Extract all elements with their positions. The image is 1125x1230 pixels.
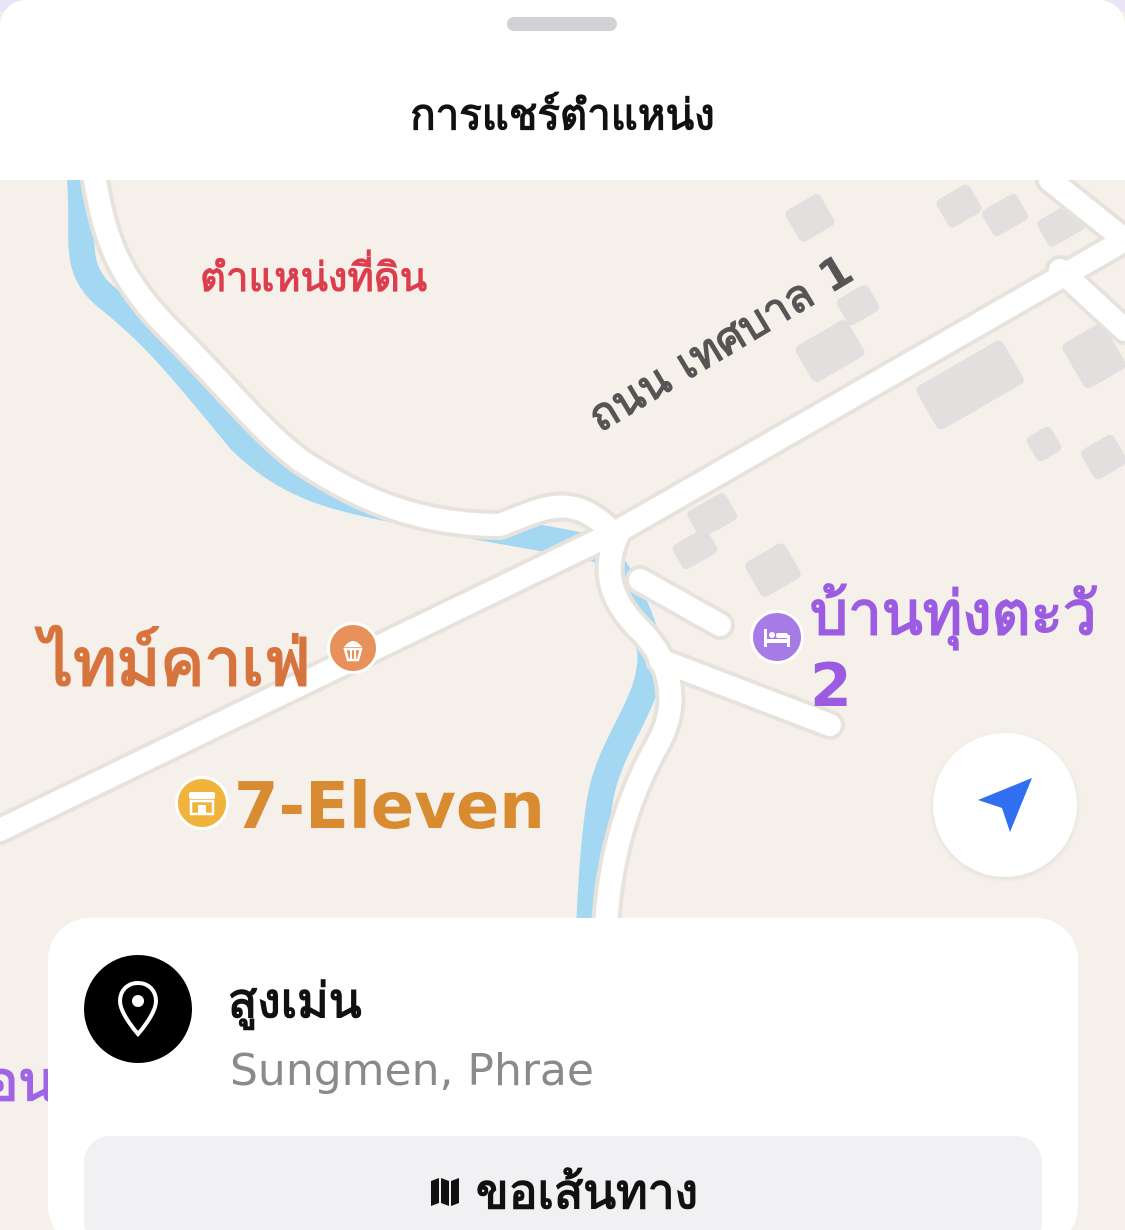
place-name: สูงเม่น — [228, 973, 362, 1029]
hotel-label-line1: บ้านทุ่งตะวั — [810, 579, 1097, 649]
directions-label: ขอเส้นทาง — [475, 1164, 699, 1220]
buildings — [672, 184, 1125, 597]
poi-cafe-label[interactable]: ไทม์คาเฟ่ — [40, 610, 311, 715]
hotel-label-line2: 2 — [810, 651, 852, 721]
share-location-header: การแชร์ตำแหน่ง — [0, 0, 1125, 180]
poi-hotel-label[interactable]: บ้านทุ่งตะวั 2 — [810, 578, 1097, 722]
place-subtitle: Sungmen, Phrae — [230, 1045, 594, 1096]
sheet-grabber[interactable] — [507, 17, 617, 31]
sheet-title: การแชร์ตำแหน่ง — [410, 90, 715, 139]
cafe-icon[interactable] — [327, 622, 379, 674]
location-pin-icon — [84, 955, 192, 1063]
bed-icon[interactable] — [750, 610, 804, 664]
store-icon[interactable] — [175, 776, 229, 830]
current-location-button[interactable] — [933, 733, 1077, 877]
poi-7eleven-label[interactable]: 7-Eleven — [234, 770, 545, 844]
map-icon — [430, 1178, 459, 1206]
location-arrow-icon — [978, 778, 1032, 832]
place-card: สูงเม่น Sungmen, Phrae ขอเส้นทาง — [48, 918, 1078, 1230]
get-directions-button[interactable]: ขอเส้นทาง — [84, 1136, 1042, 1230]
land-location-label: ตำแหน่งที่ดิน — [200, 255, 428, 301]
